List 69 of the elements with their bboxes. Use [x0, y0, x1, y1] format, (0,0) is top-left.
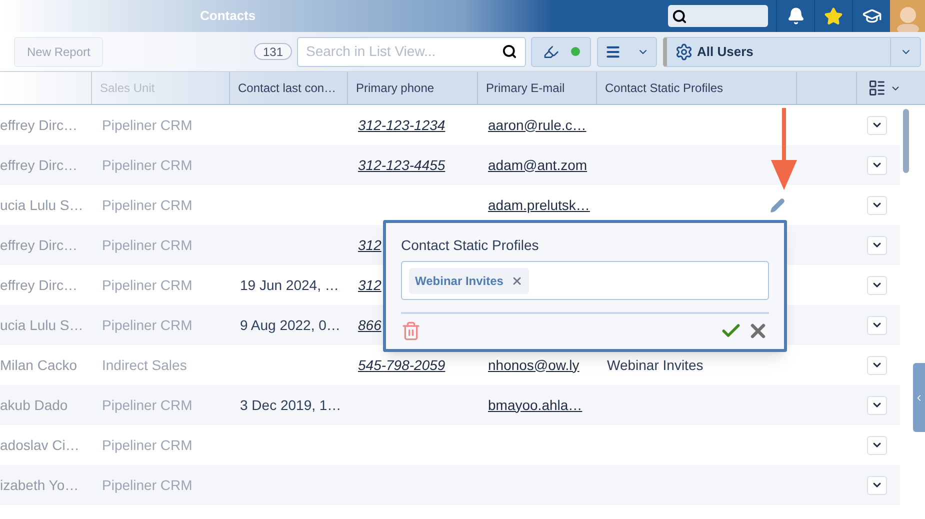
highlighter-icon	[542, 44, 558, 60]
record-count: 131	[254, 43, 292, 60]
star-icon	[824, 6, 843, 26]
pencil-icon[interactable]	[770, 198, 785, 212]
email-link[interactable]: aaron@rule.c…	[488, 116, 586, 132]
contact-name: effrey Dirc…	[0, 156, 78, 172]
email-link[interactable]: adam.prelutsk…	[488, 196, 590, 212]
scrollbar[interactable]	[903, 109, 909, 173]
sales-unit-cell: Pipeliner CRM	[102, 316, 192, 332]
contact-name: ucia Lulu S…	[0, 196, 84, 212]
tag-label: Webinar Invites	[415, 272, 504, 290]
sales-unit-cell: Pipeliner CRM	[102, 156, 192, 172]
row-menu-button[interactable]	[867, 116, 887, 134]
row-menu-button[interactable]	[867, 396, 887, 414]
contact-name: akub Dado	[0, 396, 68, 412]
column-header[interactable]: Contact Static Profiles	[597, 72, 797, 104]
remove-tag-icon[interactable]	[511, 274, 524, 286]
sales-unit-cell: Pipeliner CRM	[102, 276, 192, 292]
contact-name: Milan Cacko	[0, 356, 78, 372]
contact-name: effrey Dirc…	[0, 236, 78, 252]
phone-link[interactable]: 312-123-1234	[358, 116, 446, 132]
row-menu-button[interactable]	[867, 196, 887, 214]
row-menu-button[interactable]	[867, 356, 887, 374]
phone-link[interactable]: 866	[358, 316, 382, 332]
contact-name: adoslav Ci…	[0, 436, 80, 452]
row-menu-button[interactable]	[867, 156, 887, 174]
profiles-cell-text: Webinar Invites	[607, 356, 704, 374]
search-icon	[672, 8, 687, 24]
phone-link[interactable]: 312	[358, 236, 382, 252]
email-link[interactable]: adam@ant.zom	[488, 156, 588, 172]
page-title: Contacts	[200, 7, 256, 26]
phone-link[interactable]: 545-798-2059	[358, 356, 446, 372]
view-menu-button[interactable]	[597, 36, 657, 66]
phone-link[interactable]: 312	[358, 276, 382, 292]
column-header[interactable]: Primary phone	[348, 72, 478, 104]
search-icon	[502, 44, 517, 59]
sales-unit-cell: Pipeliner CRM	[102, 436, 192, 452]
last-contact-cell: 9 Aug 2022, 0…	[240, 316, 340, 332]
contact-name: effrey Dirc…	[0, 276, 78, 292]
row-menu-button[interactable]	[867, 436, 887, 454]
email-link[interactable]: bmayoo.ahla…	[488, 396, 582, 412]
search-field[interactable]	[668, 5, 768, 27]
row-menu-button[interactable]	[867, 276, 887, 294]
row-menu-button[interactable]	[867, 476, 887, 494]
bell-icon	[786, 7, 804, 25]
list-search-field[interactable]: Search in List View...	[297, 36, 526, 66]
field-label: Contact Static Profiles	[401, 236, 540, 255]
profiles-field[interactable]: Webinar Invites	[401, 261, 769, 300]
email-link[interactable]: nhonos@ow.ly	[488, 356, 580, 372]
sales-unit-cell: Pipeliner CRM	[102, 236, 192, 252]
phone-link[interactable]: 312-123-4455	[358, 156, 446, 172]
contact-name: ucia Lulu S…	[0, 316, 84, 332]
columns-icon	[868, 79, 886, 97]
sales-unit-cell: Indirect Sales	[102, 356, 187, 372]
menu-icon	[605, 44, 621, 60]
sales-unit-cell: Pipeliner CRM	[102, 476, 192, 492]
column-header[interactable]: Contact last con…	[230, 72, 348, 104]
search-input[interactable]: Search in List View...	[306, 41, 502, 62]
sales-unit-cell: Pipeliner CRM	[102, 116, 192, 132]
highlight-button[interactable]	[531, 36, 591, 66]
contact-name: izabeth Yo…	[0, 476, 79, 492]
sales-unit-cell: Pipeliner CRM	[102, 196, 192, 212]
last-contact-cell: 3 Dec 2019, 1…	[240, 396, 342, 412]
last-contact-cell: 19 Jun 2024, …	[240, 276, 339, 292]
contact-name: effrey Dirc…	[0, 116, 78, 132]
column-header[interactable]: Primary E-mail	[478, 72, 597, 104]
row-menu-button[interactable]	[867, 316, 887, 334]
sales-unit-cell: Pipeliner CRM	[102, 396, 192, 412]
row-menu-button[interactable]	[867, 236, 887, 254]
